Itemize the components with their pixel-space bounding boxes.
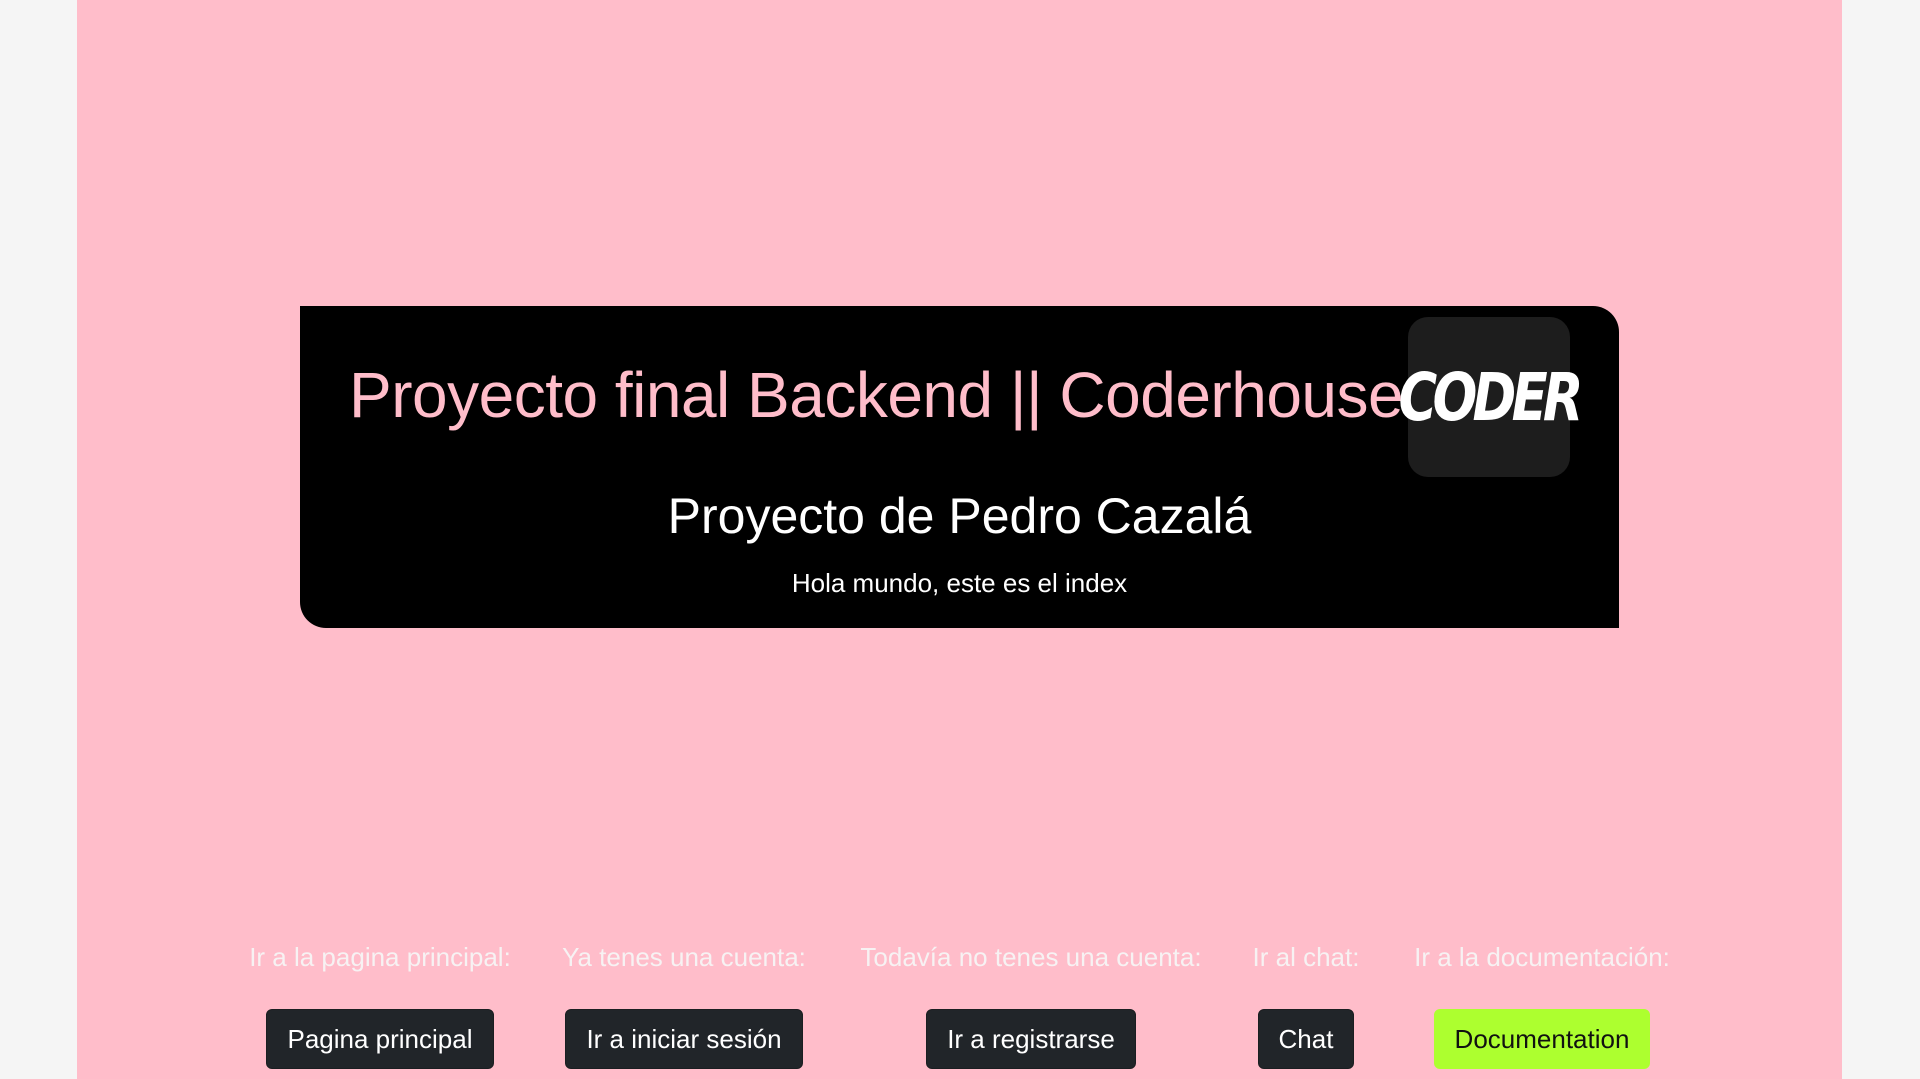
login-button[interactable]: Ir a iniciar sesión <box>565 1009 803 1069</box>
hero-text: Hola mundo, este es el index <box>791 568 1128 598</box>
hero-subtitle: Proyecto de Pedro Cazalá <box>667 488 1252 544</box>
home-button[interactable]: Pagina principal <box>266 1009 494 1069</box>
coder-logo: CODER <box>1399 317 1584 477</box>
coder-logo-text: CODER <box>1398 358 1584 436</box>
nav-docs: Ir a la documentación: Documentation <box>1410 938 1674 1069</box>
nav-chat: Ir al chat: Chat <box>1250 938 1362 1069</box>
nav-login: Ya tenes una cuenta: Ir a iniciar sesión <box>560 938 808 1069</box>
register-button[interactable]: Ir a registrarse <box>926 1009 1136 1069</box>
documentation-button[interactable]: Documentation <box>1433 1009 1651 1069</box>
nav-home: Ir a la pagina principal: Pagina princip… <box>246 938 514 1069</box>
nav-docs-label: Ir a la documentación: <box>1414 942 1670 972</box>
nav-login-label: Ya tenes una cuenta: <box>562 942 806 972</box>
chat-button[interactable]: Chat <box>1257 1009 1355 1069</box>
nav-chat-label: Ir al chat: <box>1252 942 1360 972</box>
nav-register: Todavía no tenes una cuenta: Ir a regist… <box>858 938 1204 1069</box>
hero-title: Proyecto final Backend || Coderhouse <box>349 359 1404 431</box>
nav-home-label: Ir a la pagina principal: <box>249 942 511 972</box>
nav-register-label: Todavía no tenes una cuenta: <box>860 942 1202 972</box>
